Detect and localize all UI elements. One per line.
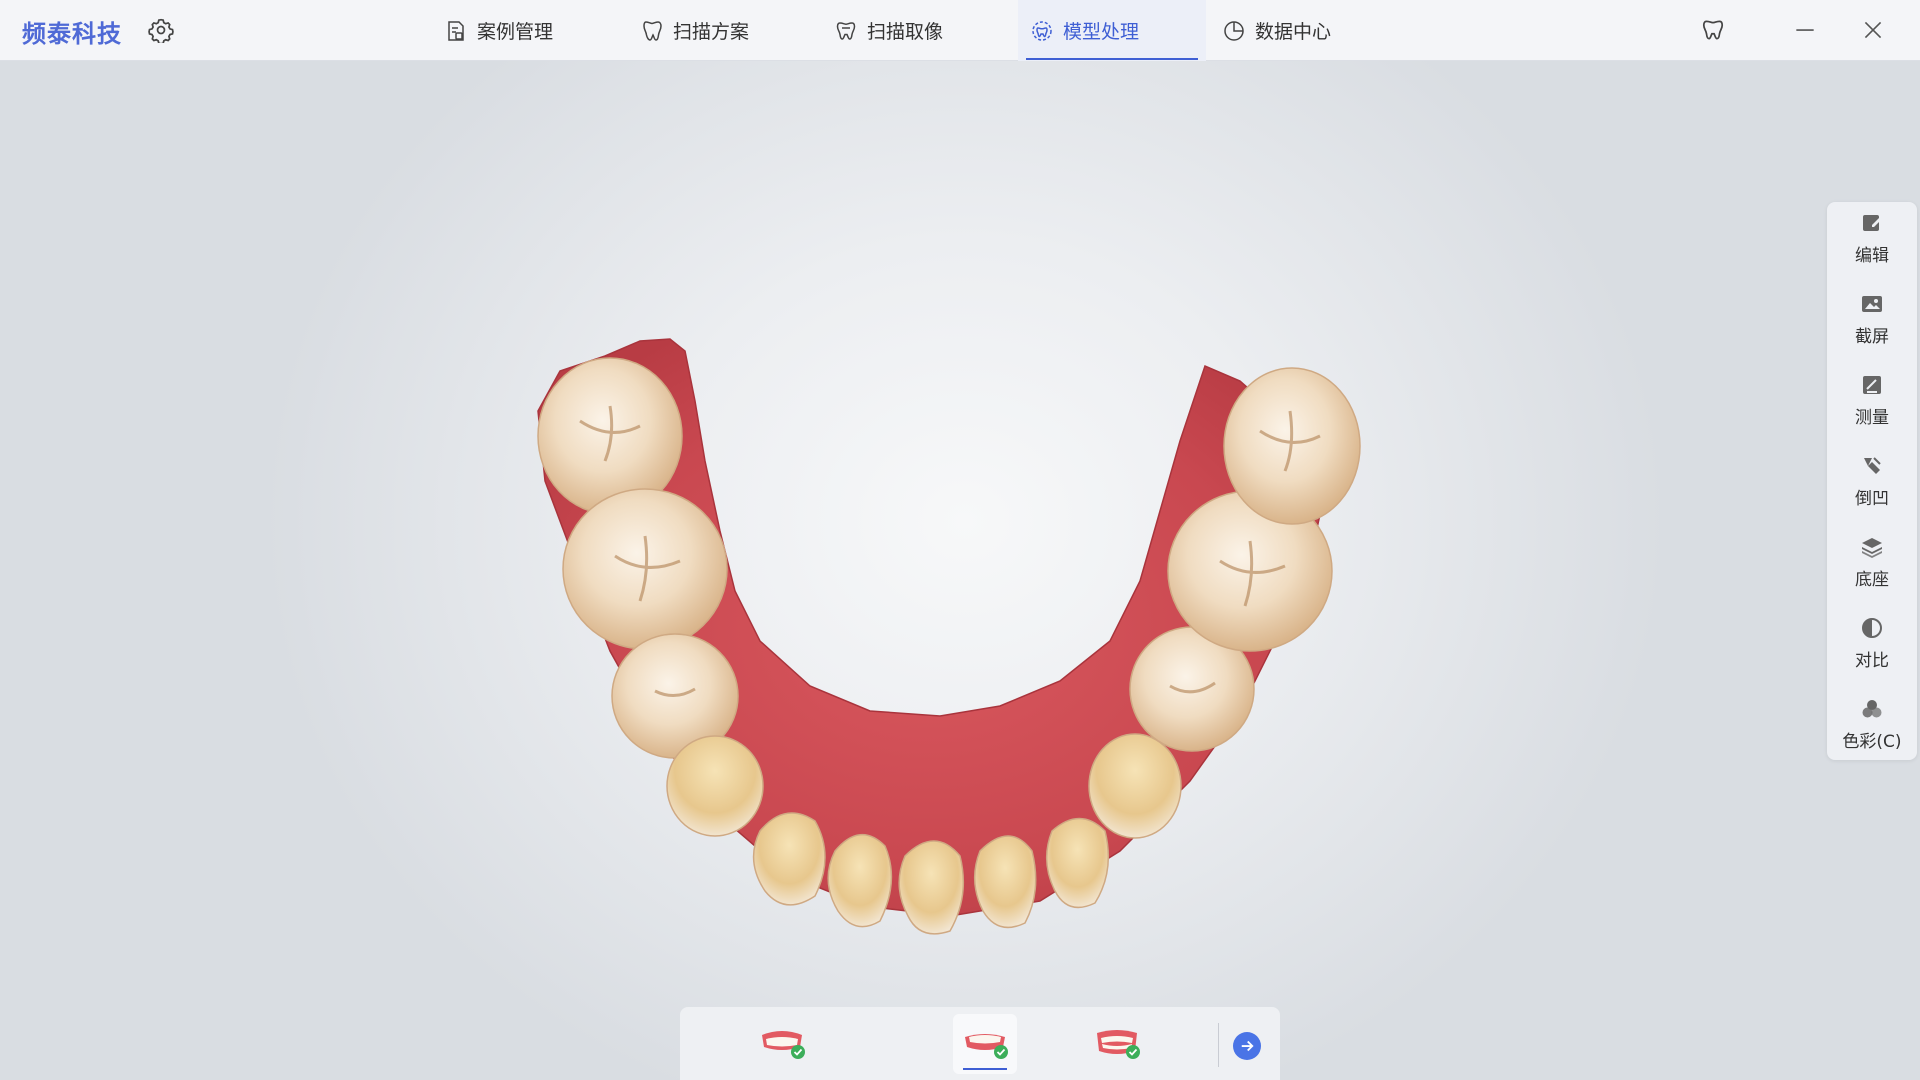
bite-icon <box>1097 1030 1140 1059</box>
tab-data-center[interactable]: 数据中心 <box>1222 0 1372 61</box>
tab-label: 扫描方案 <box>673 21 750 43</box>
color-icon <box>1862 699 1882 717</box>
tab-scan-plan[interactable]: 扫描方案 <box>640 0 790 61</box>
lower-jaw-model[interactable] <box>520 311 1420 961</box>
lower-jaw-icon <box>965 1034 1008 1059</box>
tool-edit[interactable]: 编辑 <box>1827 202 1917 274</box>
model-viewport[interactable] <box>0 61 1920 1080</box>
tab-scan-capture[interactable]: 扫描取像 <box>834 0 984 61</box>
tool-label: 截屏 <box>1855 326 1889 347</box>
tooth-right-central-incisor <box>974 835 1037 929</box>
tool-label: 倒凹 <box>1855 488 1889 509</box>
divider <box>1218 1023 1219 1067</box>
close-icon[interactable] <box>1860 17 1886 43</box>
tool-label: 色彩(C) <box>1842 731 1902 752</box>
tool-label: 测量 <box>1855 407 1889 428</box>
tab-label: 案例管理 <box>477 21 554 43</box>
tab-label: 数据中心 <box>1255 21 1332 43</box>
tooth-left-central-incisor <box>898 840 965 935</box>
jaw-upper-button[interactable] <box>750 1014 814 1074</box>
screenshot-icon <box>1862 295 1882 312</box>
tooth-left-lateral-incisor <box>827 833 893 928</box>
arrow-right-icon <box>1241 1040 1254 1052</box>
undercut-icon <box>1864 456 1881 474</box>
measure-icon <box>1863 375 1881 394</box>
tooth-left-canine <box>752 812 826 906</box>
tab-case-management[interactable]: 案例管理 <box>444 0 594 61</box>
tool-color[interactable]: 色彩(C) <box>1827 688 1917 760</box>
tooth-left-premolar-1 <box>666 735 764 837</box>
tool-label: 底座 <box>1855 569 1889 590</box>
tool-panel: 编辑 截屏 测量 倒凹 底座 对比 色彩(C) <box>1827 202 1917 760</box>
next-step-button[interactable] <box>1233 1032 1261 1060</box>
title-bar: 频泰科技 案例管理 扫描方案 扫描取像 模型处理 数据中心 <box>0 0 1920 61</box>
jaw-selector-bar <box>680 1007 1280 1080</box>
tooth-scan-icon <box>836 21 856 40</box>
tooth-icon[interactable] <box>1700 17 1726 43</box>
tab-label: 模型处理 <box>1063 21 1140 43</box>
tool-label: 编辑 <box>1855 245 1889 266</box>
tab-label: 扫描取像 <box>867 21 944 43</box>
tooth-plan-icon <box>643 20 662 41</box>
contrast-icon <box>1862 617 1882 638</box>
tool-undercut[interactable]: 倒凹 <box>1827 445 1917 517</box>
tool-measure[interactable]: 测量 <box>1827 364 1917 436</box>
brand-logo: 频泰科技 <box>22 20 122 48</box>
edit-icon <box>1863 214 1882 231</box>
pie-chart-icon <box>1224 20 1244 41</box>
tooth-right-lateral-incisor <box>1046 817 1110 909</box>
jaw-bite-button[interactable] <box>1085 1014 1149 1074</box>
jaw-lower-button[interactable] <box>953 1014 1017 1074</box>
tool-label: 对比 <box>1855 650 1889 671</box>
upper-jaw-icon <box>762 1031 805 1059</box>
model-process-icon <box>1032 20 1052 41</box>
base-layers-icon <box>1862 537 1882 558</box>
tooth-right-canine <box>1088 733 1182 839</box>
tab-model-processing[interactable]: 模型处理 <box>1018 0 1206 61</box>
minimize-icon[interactable] <box>1792 17 1818 43</box>
tool-screenshot[interactable]: 截屏 <box>1827 283 1917 355</box>
tool-contrast[interactable]: 对比 <box>1827 607 1917 679</box>
case-list-icon <box>448 20 464 41</box>
tool-base[interactable]: 底座 <box>1827 526 1917 598</box>
gear-icon[interactable] <box>148 17 174 43</box>
